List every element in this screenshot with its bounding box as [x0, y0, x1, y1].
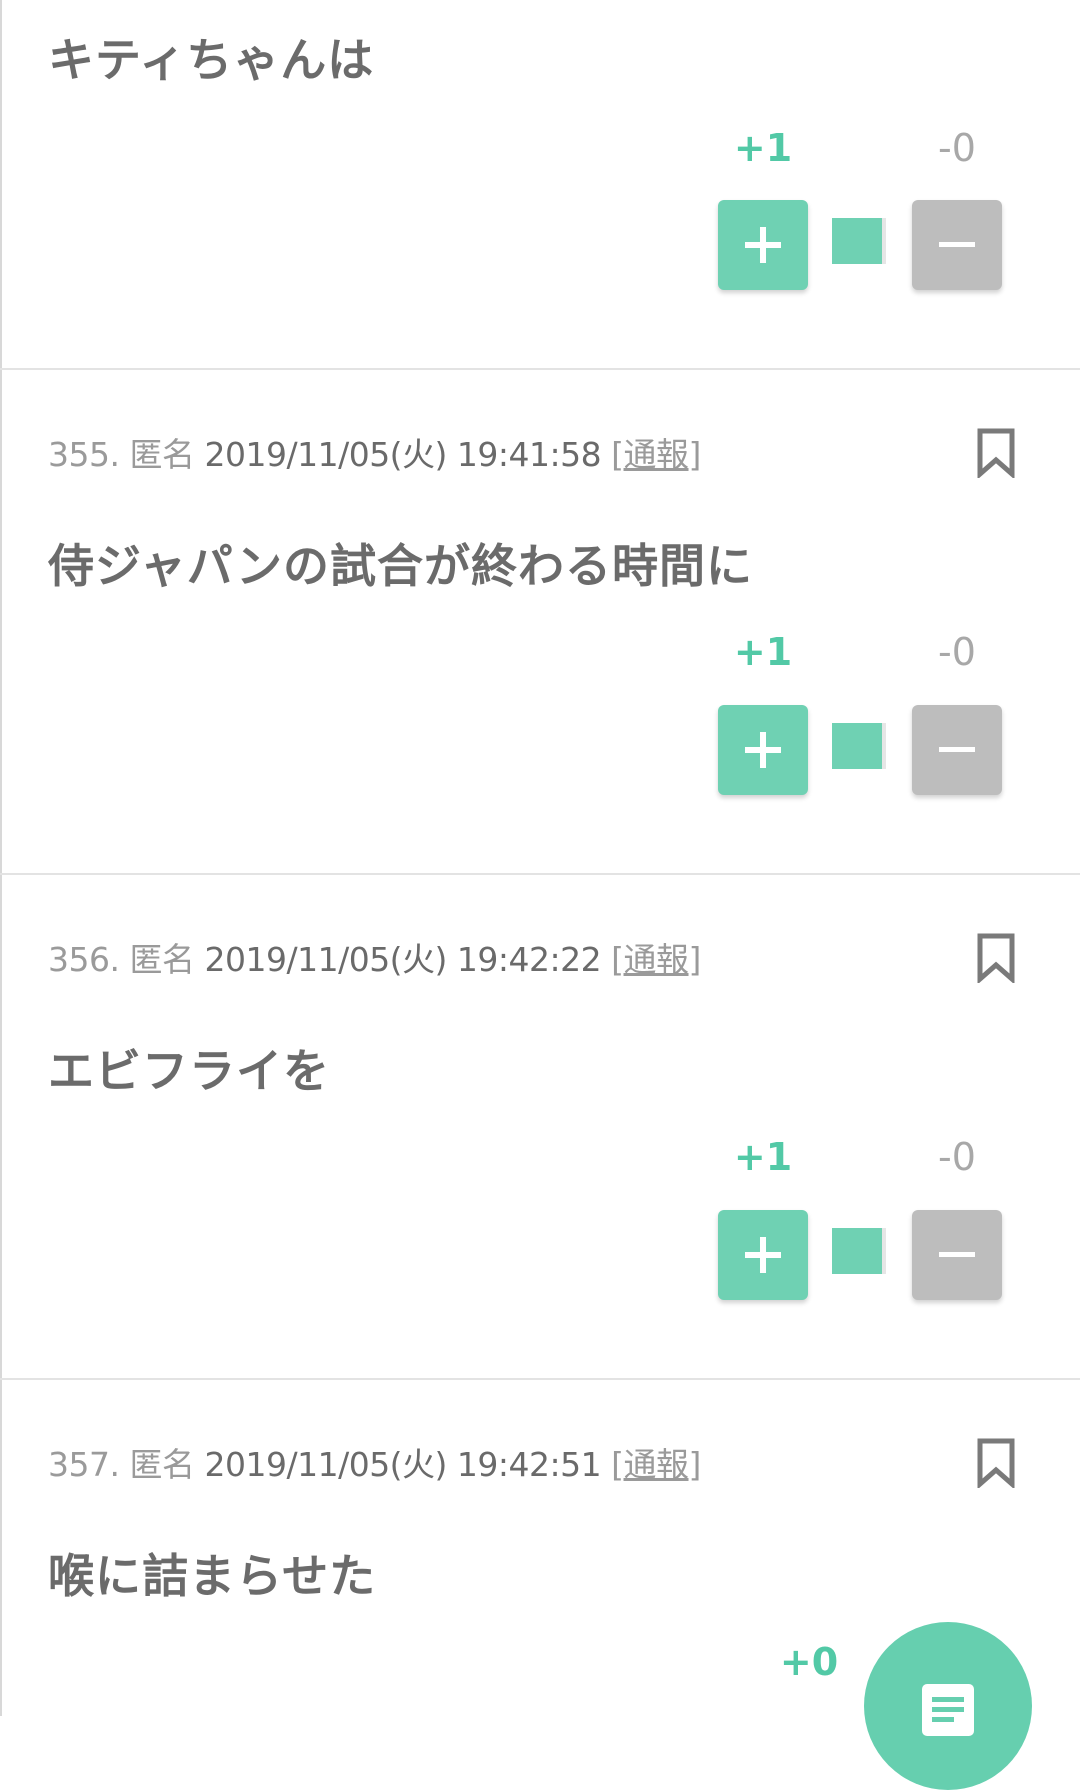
minus-button[interactable]: [912, 200, 1002, 290]
post-text: キティちゃんは: [48, 33, 375, 87]
vote-ratio-bar: [832, 218, 886, 264]
report-link[interactable]: [通報]: [611, 940, 701, 979]
vote-ratio-bar: [832, 1228, 886, 1274]
minus-icon: [939, 242, 975, 247]
post-meta: 356. 匿名 2019/11/05(火) 19:42:22 [通報]: [48, 933, 701, 981]
bookmark-icon[interactable]: [976, 1438, 1016, 1488]
post-divider: [0, 368, 1080, 370]
left-border: [0, 0, 2, 1716]
post-text: 侍ジャパンの試合が終わる時間に: [48, 539, 753, 593]
minus-button[interactable]: [912, 705, 1002, 795]
report-link[interactable]: [通報]: [611, 435, 701, 474]
post-meta: 357. 匿名 2019/11/05(火) 19:42:51 [通報]: [48, 1438, 701, 1486]
vote-ratio-bar: [832, 723, 886, 769]
plus-icon: [745, 227, 781, 263]
post-divider: [0, 873, 1080, 875]
minus-count: -0: [938, 630, 976, 674]
bookmark-icon[interactable]: [976, 428, 1016, 478]
post-text: エビフライを: [48, 1044, 330, 1098]
post-text: 喉に詰まらせた: [48, 1549, 377, 1603]
post-author: 匿名: [129, 435, 195, 474]
plus-count: +0: [779, 1640, 839, 1684]
plus-button[interactable]: [718, 1210, 808, 1300]
plus-button[interactable]: [718, 705, 808, 795]
post-number: 355.: [48, 435, 120, 474]
minus-icon: [939, 747, 975, 752]
minus-count: -0: [938, 1135, 976, 1179]
bookmark-icon[interactable]: [976, 933, 1016, 983]
comment-list-icon: [922, 1684, 974, 1736]
post-date: 2019/11/05(火) 19:42:51: [204, 1445, 602, 1484]
post-meta: 355. 匿名 2019/11/05(火) 19:41:58 [通報]: [48, 428, 701, 476]
post-author: 匿名: [129, 940, 195, 979]
post-date: 2019/11/05(火) 19:41:58: [204, 435, 602, 474]
post-number: 356.: [48, 940, 120, 979]
post-divider: [0, 1378, 1080, 1380]
plus-count: +1: [733, 630, 793, 674]
minus-button[interactable]: [912, 1210, 1002, 1300]
plus-count: +1: [733, 1135, 793, 1179]
post-author: 匿名: [129, 1445, 195, 1484]
post-date: 2019/11/05(火) 19:42:22: [204, 940, 602, 979]
minus-icon: [939, 1252, 975, 1257]
comment-fab[interactable]: [864, 1622, 1032, 1790]
plus-button[interactable]: [718, 200, 808, 290]
plus-icon: [745, 1237, 781, 1273]
post-number: 357.: [48, 1445, 120, 1484]
plus-count: +1: [733, 126, 793, 170]
minus-count: -0: [938, 126, 976, 170]
plus-icon: [745, 732, 781, 768]
report-link[interactable]: [通報]: [611, 1445, 701, 1484]
